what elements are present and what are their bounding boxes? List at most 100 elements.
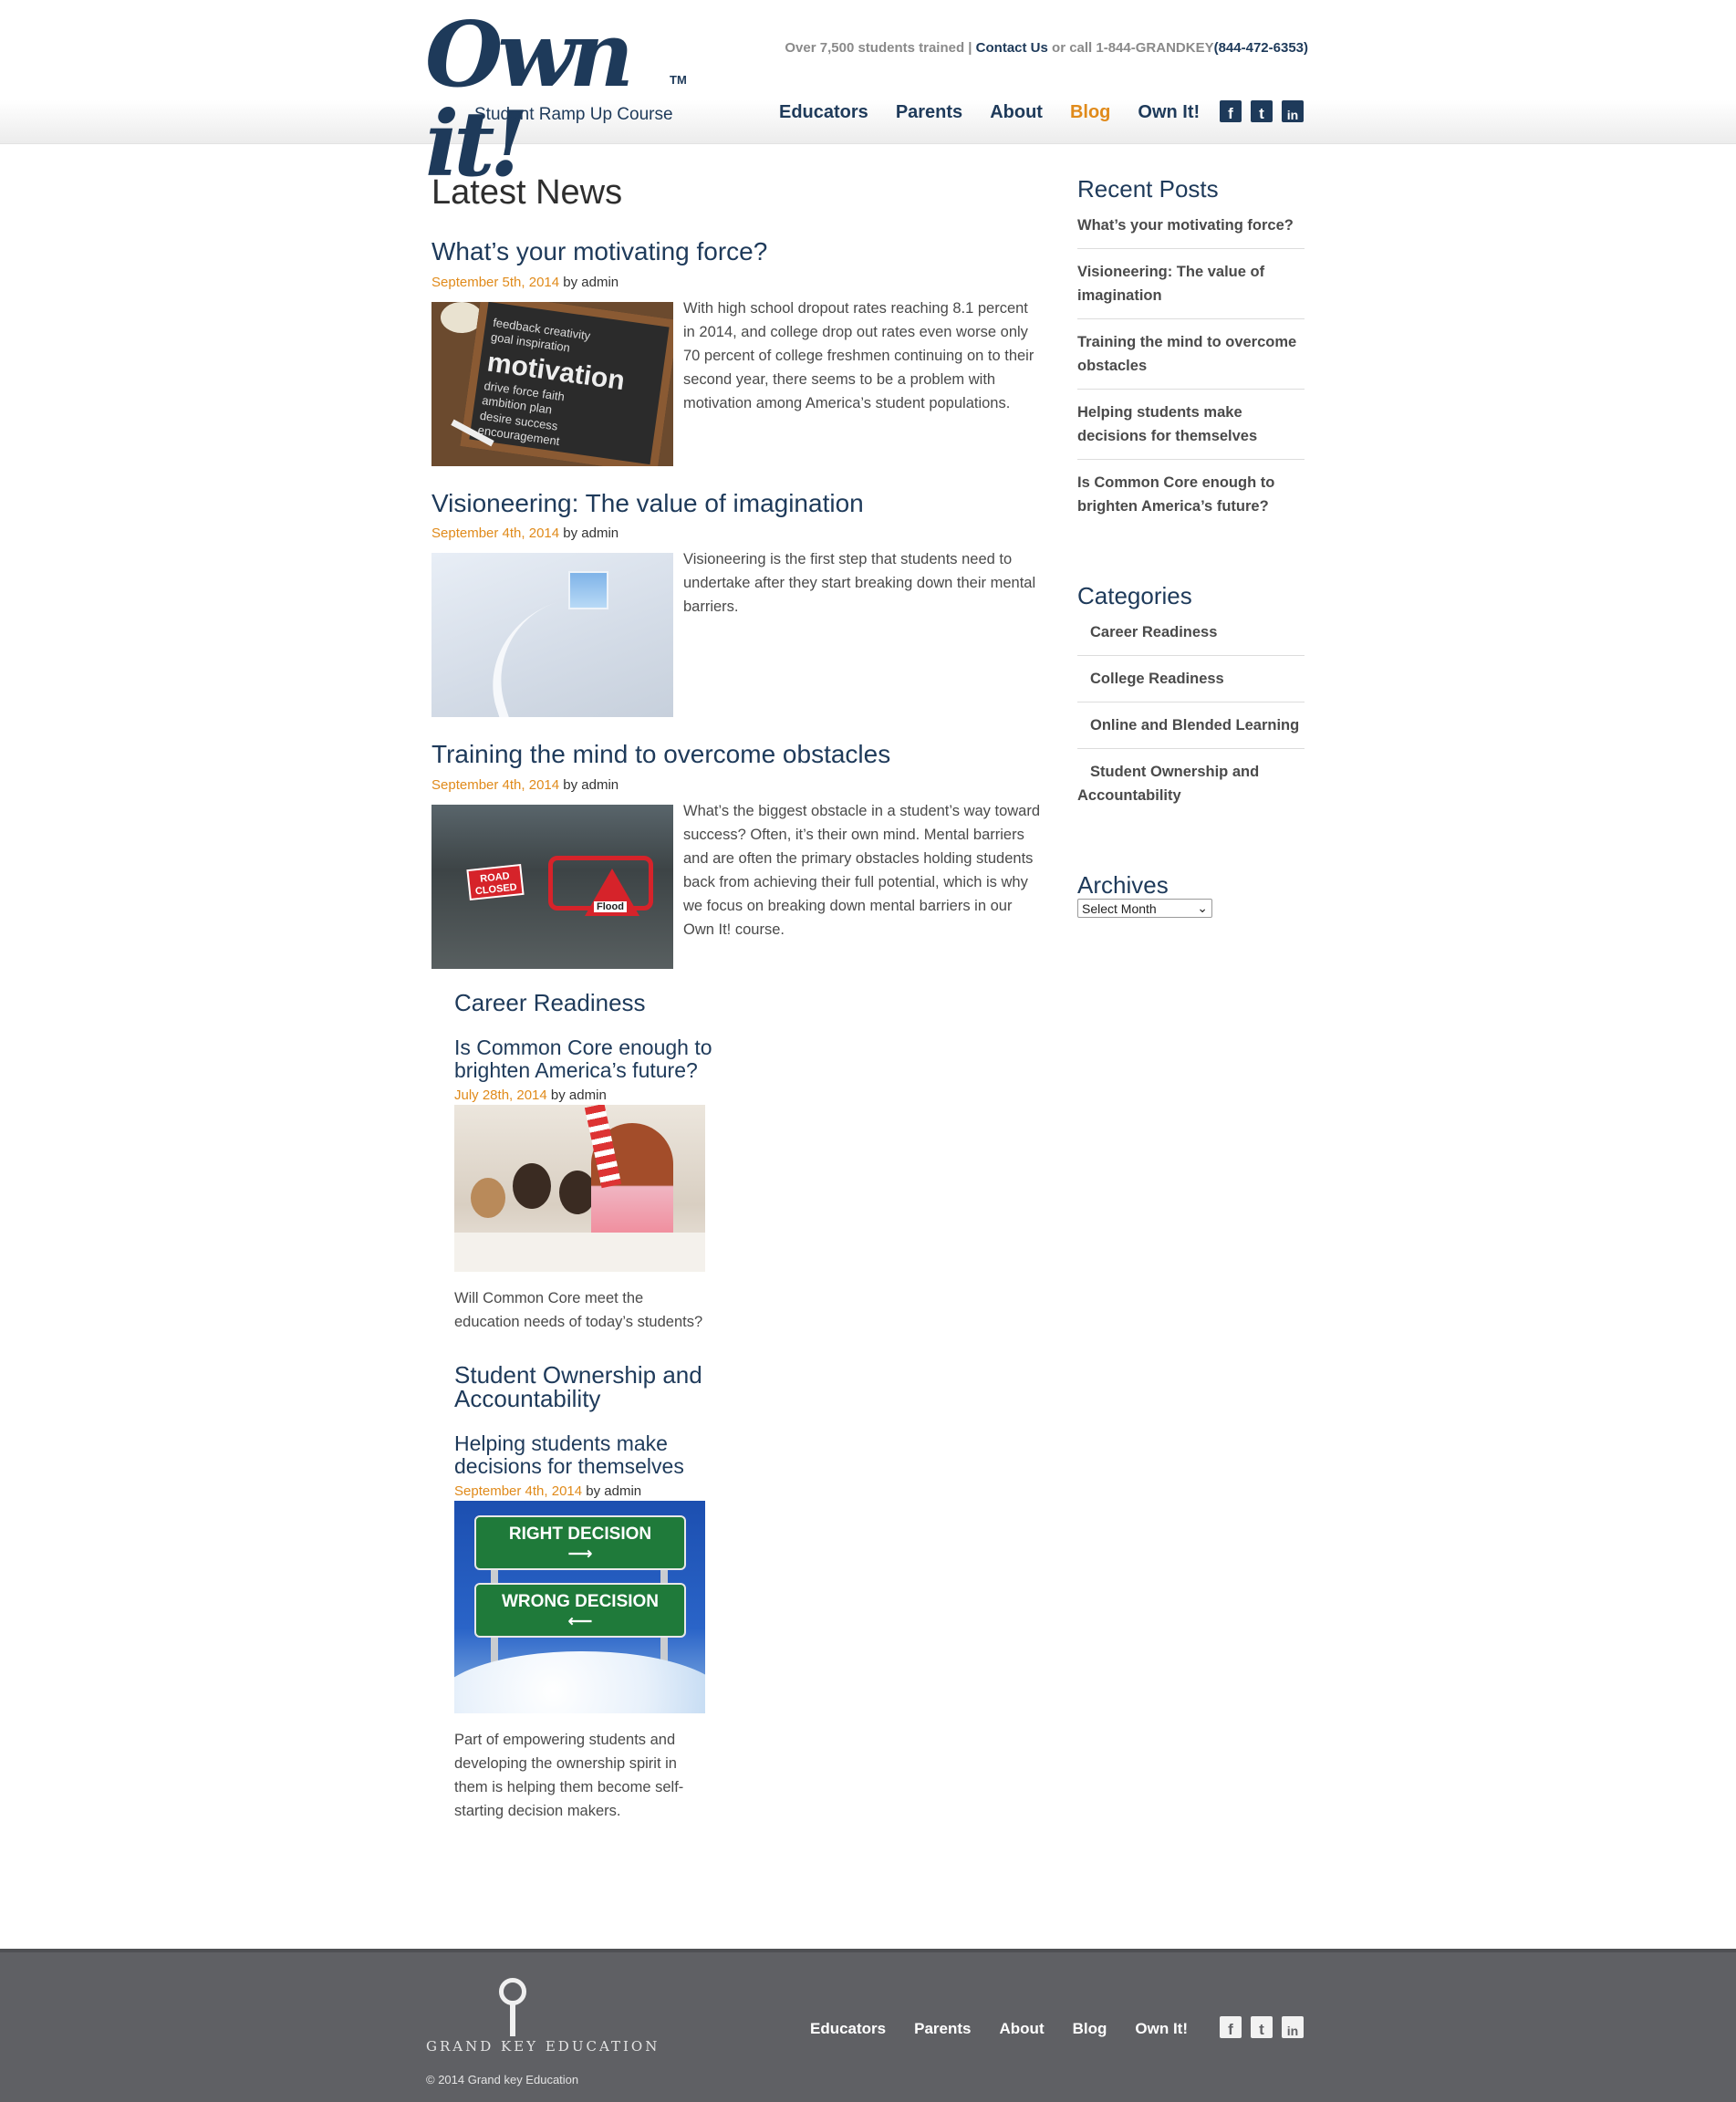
main-nav: Educators Parents About Blog Own It! (779, 102, 1200, 123)
post-date[interactable]: September 4th, 2014 (454, 1483, 582, 1499)
category-link[interactable]: Student Ownership and Accountability (1077, 760, 1305, 818)
footer-nav-educators[interactable]: Educators (810, 2020, 886, 2038)
recent-posts-widget: Recent Posts What’s your motivating forc… (1077, 177, 1305, 529)
post-title[interactable]: Helping students make decisions for them… (454, 1431, 737, 1478)
twitter-icon[interactable]: t (1251, 100, 1273, 122)
students-trained-text: Over 7,500 students trained | (785, 40, 976, 56)
category-link[interactable]: Online and Blended Learning (1077, 713, 1305, 749)
copyright: © 2014 Grand key Education (426, 2073, 579, 2086)
archives-month-select[interactable]: Select Month ⌄ (1077, 899, 1212, 918)
page-title: Latest News (431, 173, 623, 212)
twitter-icon[interactable]: t (1251, 2016, 1273, 2038)
archives-widget: Archives Select Month ⌄ (1077, 873, 1305, 918)
post-author: by admin (559, 274, 619, 290)
student-head (513, 1162, 551, 1209)
post-excerpt: Will Common Core meet the education need… (454, 1289, 703, 1330)
nav-item-blog[interactable]: Blog (1070, 102, 1110, 123)
post-date[interactable]: September 4th, 2014 (431, 526, 559, 541)
key-shaft (510, 2003, 515, 2036)
site-footer: GRAND KEY EDUCATION © 2014 Grand key Edu… (0, 1949, 1736, 2102)
nav-item-educators[interactable]: Educators (779, 102, 868, 123)
category-link-label: Online and Blended Learning (1090, 717, 1300, 734)
category-title[interactable]: Career Readiness (454, 991, 737, 1015)
widget-title: Recent Posts (1077, 175, 1219, 203)
recent-post-link[interactable]: Is Common Core enough to brighten Americ… (1077, 471, 1305, 529)
post-excerpt: What’s the biggest obstacle in a student… (683, 802, 1041, 938)
decision-signs-image[interactable]: RIGHT DECISION ⟶ WRONG DECISION ⟵ (454, 1500, 705, 1713)
widget-title: Archives (1077, 871, 1169, 899)
chevron-down-icon: ⌄ (1197, 900, 1208, 915)
post-meta: September 4th, 2014 by admin (431, 777, 1043, 793)
category-section-student-ownership: Student Ownership and Accountability Hel… (454, 1363, 737, 1823)
wrong-decision-text: WRONG DECISION (501, 1591, 660, 1611)
road-closed-sign: ROAD CLOSED (466, 863, 525, 900)
phone-number[interactable]: (844-472-6353) (1214, 40, 1308, 56)
category-link-label: Career Readiness (1090, 624, 1218, 640)
student-head (471, 1177, 505, 1218)
footer-nav: Educators Parents About Blog Own It! (810, 2020, 1188, 2038)
classroom-image[interactable] (454, 1104, 705, 1272)
post-overcome-obstacles: Training the mind to overcome obstacles … (431, 739, 1043, 969)
category-link[interactable]: College Readiness (1077, 667, 1305, 702)
nav-item-about[interactable]: About (990, 102, 1043, 123)
post-meta: September 4th, 2014 by admin (454, 1483, 737, 1499)
post-date[interactable]: July 28th, 2014 (454, 1087, 547, 1103)
post-meta: July 28th, 2014 by admin (454, 1087, 737, 1103)
wrong-decision-sign: WRONG DECISION ⟵ (474, 1582, 686, 1638)
post-title[interactable]: Training the mind to overcome obstacles (431, 739, 1043, 770)
post-author: by admin (546, 1087, 607, 1103)
category-section-career-readiness: Career Readiness Is Common Core enough t… (454, 991, 737, 1334)
desk (454, 1232, 705, 1272)
category-post: Is Common Core enough to brighten Americ… (454, 1035, 737, 1334)
post-author: by admin (559, 776, 619, 793)
right-decision-sign: RIGHT DECISION ⟶ (474, 1514, 686, 1570)
linkedin-icon[interactable]: in (1282, 2016, 1304, 2038)
footer-nav-blog[interactable]: Blog (1073, 2020, 1107, 2038)
header-topline: Over 7,500 students trained | Contact Us… (785, 40, 1308, 56)
category-post: Helping students make decisions for them… (454, 1431, 737, 1823)
road-closed-image[interactable]: ROAD CLOSED Flood (431, 804, 673, 969)
sidebar: Recent Posts What’s your motivating forc… (1077, 177, 1305, 973)
post-visioneering: Visioneering: The value of imagination S… (431, 488, 1043, 718)
own-it-logo[interactable]: Own it! TM Student Ramp Up Course (425, 11, 699, 190)
logo-tagline: Student Ramp Up Course (474, 105, 673, 124)
main-content: Latest News What’s your motivating force… (431, 173, 1043, 1852)
facebook-icon[interactable]: f (1220, 2016, 1242, 2038)
post-title[interactable]: Visioneering: The value of imagination (431, 488, 1043, 519)
post-excerpt: With high school dropout rates reaching … (683, 299, 1034, 411)
post-title[interactable]: Is Common Core enough to brighten Americ… (454, 1035, 737, 1082)
post-author: by admin (582, 1483, 642, 1499)
recent-post-link[interactable]: Helping students make decisions for them… (1077, 401, 1305, 460)
right-decision-text: RIGHT DECISION (508, 1524, 652, 1544)
student-head (559, 1170, 596, 1214)
logo-script: Own it! (425, 3, 634, 197)
footer-nav-own-it[interactable]: Own It! (1135, 2020, 1188, 2038)
category-title[interactable]: Student Ownership and Accountability (454, 1363, 737, 1410)
recent-post-link[interactable]: Training the mind to overcome obstacles (1077, 330, 1305, 390)
recent-post-link[interactable]: Visioneering: The value of imagination (1077, 260, 1305, 319)
footer-brand: GRAND KEY EDUCATION (426, 2038, 660, 2055)
stairs-to-sky-image[interactable] (431, 553, 673, 718)
motivation-chalkboard-image[interactable]: feedback creativity goal inspiration mot… (431, 301, 673, 466)
post-date[interactable]: September 4th, 2014 (431, 777, 559, 793)
select-value: Select Month (1082, 900, 1157, 916)
nav-item-parents[interactable]: Parents (896, 102, 962, 123)
category-link[interactable]: Career Readiness (1077, 620, 1305, 656)
post-meta: September 4th, 2014 by admin (431, 526, 1043, 541)
footer-nav-parents[interactable]: Parents (914, 2020, 971, 2038)
nav-item-own-it[interactable]: Own It! (1138, 102, 1200, 123)
key-ring (499, 1978, 526, 2005)
footer-nav-about[interactable]: About (1000, 2020, 1045, 2038)
linkedin-icon[interactable]: in (1282, 100, 1304, 122)
recent-post-link[interactable]: What’s your motivating force? (1077, 213, 1305, 249)
post-title[interactable]: What’s your motivating force? (431, 236, 1043, 267)
post-excerpt: Visioneering is the first step that stud… (683, 551, 1036, 616)
call-text: or call 1-844-GRANDKEY (1047, 40, 1214, 56)
contact-us-link[interactable]: Contact Us (976, 40, 1048, 56)
post-date[interactable]: September 5th, 2014 (431, 275, 559, 290)
widget-title: Categories (1077, 582, 1192, 609)
categories-widget: Categories Career Readiness College Read… (1077, 584, 1305, 818)
facebook-icon[interactable]: f (1220, 100, 1242, 122)
category-link-label: College Readiness (1090, 671, 1224, 687)
flood-label: Flood (594, 900, 627, 912)
